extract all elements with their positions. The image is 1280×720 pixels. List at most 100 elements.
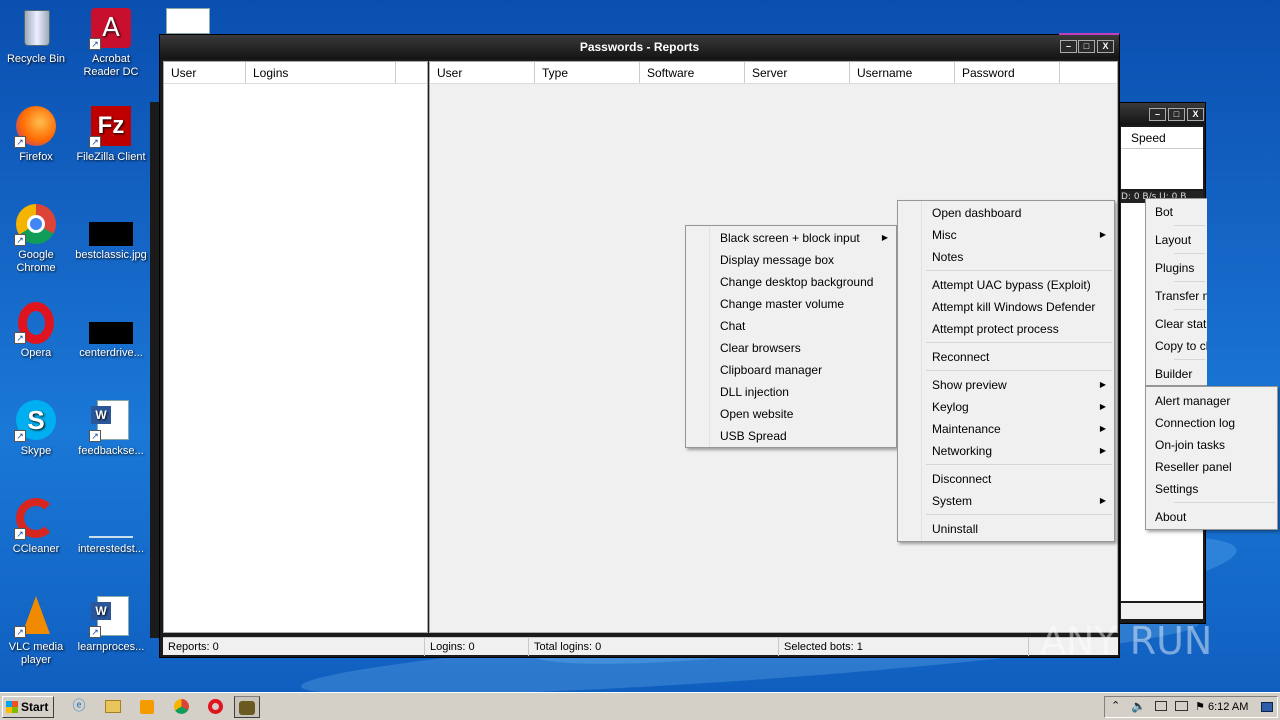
menu-item-disconnect[interactable]: Disconnect — [898, 468, 1114, 490]
menu-item-kill-defender[interactable]: Attempt kill Windows Defender — [898, 296, 1114, 318]
menu-item-settings[interactable]: Settings — [1146, 478, 1277, 500]
volume-icon[interactable]: 🔈 — [1131, 699, 1146, 713]
desktop-icon-interestedst[interactable]: interestedst... — [73, 496, 149, 556]
menu-item-layout[interactable]: Layout — [1146, 229, 1207, 251]
column-header-password[interactable]: Password — [955, 62, 1060, 83]
desktop-icon-recycle-bin[interactable]: Recycle Bin — [0, 6, 74, 66]
rat-panel-icon[interactable] — [234, 696, 260, 718]
menu-item-misc[interactable]: Misc ▶ — [898, 224, 1114, 246]
file-explorer-icon[interactable] — [100, 696, 126, 718]
desktop-icon-label: Firefox — [19, 151, 53, 163]
menu-item-reconnect[interactable]: Reconnect — [898, 346, 1114, 368]
desktop-icon-learnproces[interactable]: W ↗ learnproces... — [73, 594, 149, 654]
menu-item-clipboard-manager[interactable]: Clipboard manager — [686, 359, 896, 381]
desktop-icon-skype[interactable]: S ↗ Skype — [0, 398, 74, 458]
maximize-button[interactable]: □ — [1168, 108, 1185, 121]
desktop-icon-ccleaner[interactable]: ↗ CCleaner — [0, 496, 74, 556]
word-document-icon: W ↗ — [89, 594, 133, 638]
submenu-arrow-icon: ▶ — [1099, 446, 1106, 455]
desktop-icon-label: Skype — [20, 445, 52, 457]
app-side-menu: Bot Layout Plugins Transfer m Clear stat… — [1145, 198, 1207, 386]
status-logins: Logins: 0 — [425, 638, 529, 656]
desktop-icon-centerdrive[interactable]: centerdrive... — [73, 300, 149, 360]
column-header-username[interactable]: Username — [850, 62, 955, 83]
menu-item-clear-stats[interactable]: Clear stati — [1146, 313, 1207, 335]
column-header-type[interactable]: Type — [535, 62, 640, 83]
menu-item-open-website[interactable]: Open website — [686, 403, 896, 425]
close-button[interactable]: X — [1187, 108, 1204, 121]
maximize-button[interactable]: □ — [1078, 40, 1095, 53]
desktop-icon-firefox[interactable]: ↗ Firefox — [0, 104, 74, 164]
menu-item-connection-log[interactable]: Connection log — [1146, 412, 1277, 434]
submenu-arrow-icon: ▶ — [1099, 424, 1106, 433]
status-total-logins: Total logins: 0 — [529, 638, 779, 656]
menu-item-uac-bypass[interactable]: Attempt UAC bypass (Exploit) — [898, 274, 1114, 296]
network-icon[interactable] — [1155, 701, 1167, 711]
column-header-user[interactable]: User — [430, 62, 535, 83]
windows-logo-icon — [6, 701, 18, 713]
menu-item-bot[interactable]: Bot — [1146, 201, 1207, 223]
desktop-icon-acrobat[interactable]: A ↗ Acrobat Reader DC — [73, 6, 149, 79]
show-hidden-icons-icon[interactable]: ⌃ — [1111, 699, 1120, 712]
column-header-software[interactable]: Software — [640, 62, 745, 83]
menu-item-notes[interactable]: Notes — [898, 246, 1114, 268]
menu-item-open-dashboard[interactable]: Open dashboard — [898, 202, 1114, 224]
column-header-server[interactable]: Server — [745, 62, 850, 83]
menu-item-show-preview[interactable]: Show preview ▶ — [898, 374, 1114, 396]
opera-icon[interactable] — [202, 696, 228, 718]
window-titlebar[interactable]: Passwords - Reports – □ X — [160, 35, 1119, 59]
desktop-icon-label: Opera — [20, 347, 52, 359]
menu-item-chat[interactable]: Chat — [686, 315, 896, 337]
minimize-button[interactable]: – — [1060, 40, 1077, 53]
menu-item-copy-to-clipboard[interactable]: Copy to cl — [1146, 335, 1207, 357]
internet-explorer-icon[interactable]: ⓔ — [66, 696, 92, 718]
menu-item-maintenance[interactable]: Maintenance ▶ — [898, 418, 1114, 440]
start-button[interactable]: Start — [2, 696, 54, 718]
close-button[interactable]: X — [1097, 40, 1114, 53]
chrome-icon[interactable] — [168, 696, 194, 718]
column-header-logins[interactable]: Logins — [246, 62, 396, 83]
menu-item-keylog[interactable]: Keylog ▶ — [898, 396, 1114, 418]
menu-item-clear-browsers[interactable]: Clear browsers — [686, 337, 896, 359]
desktop-icon-bestclassic[interactable]: bestclassic.jpg — [73, 202, 149, 262]
menu-item-reseller-panel[interactable]: Reseller panel — [1146, 456, 1277, 478]
menu-item-change-desktop-background[interactable]: Change desktop background — [686, 271, 896, 293]
desktop-icon-label: Google Chrome — [16, 249, 56, 274]
speed-column-header[interactable]: Speed — [1121, 131, 1166, 145]
show-desktop-icon[interactable] — [1261, 702, 1273, 712]
desktop-icon-opera[interactable]: ↗ Opera — [0, 300, 74, 360]
desktop-icon-vlc[interactable]: ↗ VLC media player — [0, 594, 74, 667]
menu-item-about[interactable]: About — [1146, 506, 1277, 528]
desktop-icon-feedbackse[interactable]: W ↗ feedbackse... — [73, 398, 149, 458]
menu-item-usb-spread[interactable]: USB Spread — [686, 425, 896, 447]
menu-item-black-screen[interactable]: Black screen + block input ▶ — [686, 227, 896, 249]
submenu-arrow-icon: ▶ — [1099, 496, 1106, 505]
menu-item-change-master-volume[interactable]: Change master volume — [686, 293, 896, 315]
column-header-user[interactable]: User — [164, 62, 246, 83]
desktop-icon-label: interestedst... — [77, 543, 145, 555]
menu-item-plugins[interactable]: Plugins — [1146, 257, 1207, 279]
menu-item-uninstall[interactable]: Uninstall — [898, 518, 1114, 540]
menu-item-on-join-tasks[interactable]: On-join tasks — [1146, 434, 1277, 456]
menu-item-system[interactable]: System ▶ — [898, 490, 1114, 512]
desktop-icon-filezilla[interactable]: Fz ↗ FileZilla Client — [73, 104, 149, 164]
minimize-button[interactable]: – — [1149, 108, 1166, 121]
window-title: Passwords - Reports — [579, 40, 700, 54]
desktop-icon-label: learnproces... — [77, 641, 145, 653]
media-player-icon[interactable] — [134, 696, 160, 718]
file-icon — [89, 496, 133, 540]
menu-item-alert-manager[interactable]: Alert manager — [1146, 390, 1277, 412]
desktop-icon-label: Recycle Bin — [6, 53, 66, 65]
clock[interactable]: 6:12 AM — [1208, 697, 1248, 717]
menu-item-dll-injection[interactable]: DLL injection — [686, 381, 896, 403]
system-tray: ⌃ 🔈 ⚑ 6:12 AM — [1104, 696, 1278, 718]
menu-item-display-message-box[interactable]: Display message box — [686, 249, 896, 271]
desktop-icon-chrome[interactable]: ↗ Google Chrome — [0, 202, 74, 275]
submenu-arrow-icon: ▶ — [1099, 402, 1106, 411]
menu-item-protect-process[interactable]: Attempt protect process — [898, 318, 1114, 340]
menu-item-transfer[interactable]: Transfer m — [1146, 285, 1207, 307]
monitor-icon[interactable] — [1175, 701, 1188, 711]
menu-item-networking[interactable]: Networking ▶ — [898, 440, 1114, 462]
menu-item-builder[interactable]: Builder — [1146, 363, 1207, 385]
action-center-flag-icon[interactable]: ⚑ — [1195, 700, 1205, 713]
